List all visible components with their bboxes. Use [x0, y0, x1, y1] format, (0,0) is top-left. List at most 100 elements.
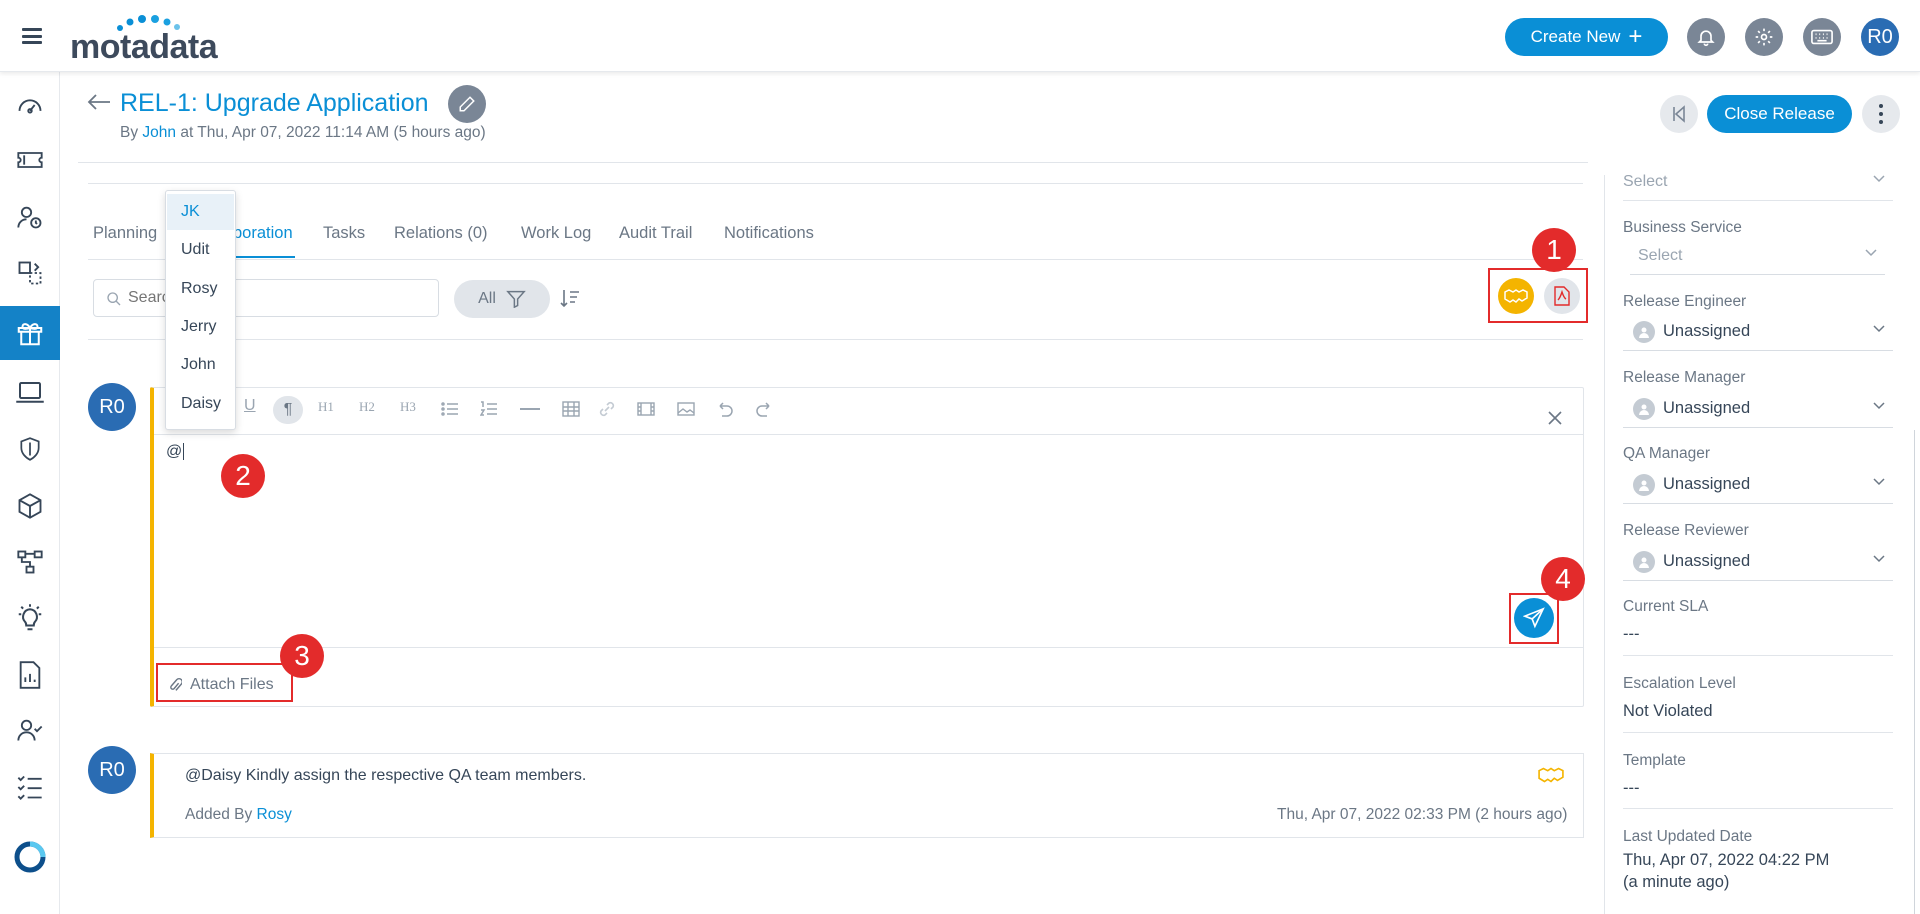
close-release-button[interactable]: Close Release: [1707, 95, 1852, 133]
release-engineer-select[interactable]: Unassigned: [1623, 313, 1893, 351]
editor-text[interactable]: @: [166, 443, 185, 461]
horizontal-rule-icon[interactable]: [520, 408, 540, 410]
tab-planning[interactable]: Planning: [93, 224, 157, 243]
paperclip-icon: [170, 677, 182, 691]
qa-manager-select[interactable]: Unassigned: [1623, 466, 1893, 504]
release-icon[interactable]: [0, 306, 60, 360]
numbered-list-icon[interactable]: [480, 401, 498, 417]
cmdb-cube-icon[interactable]: [0, 481, 60, 531]
comment-card: [150, 753, 1584, 838]
comment-avatar: R0: [88, 746, 136, 794]
pdf-export-icon[interactable]: [1544, 278, 1580, 314]
tab-audit-trail[interactable]: Audit Trail: [619, 224, 692, 243]
underline-tool[interactable]: U: [244, 397, 256, 415]
author-link[interactable]: John: [142, 124, 176, 141]
send-comment-icon[interactable]: [1514, 598, 1554, 638]
hamburger-menu-icon[interactable]: [22, 28, 42, 44]
task-list-icon[interactable]: [0, 762, 60, 812]
mention-option-rosy[interactable]: Rosy: [167, 271, 234, 307]
plus-icon: +: [1628, 23, 1643, 50]
tab-notifications[interactable]: Notifications: [724, 224, 814, 243]
handshake-icon[interactable]: [1538, 766, 1564, 784]
motadata-ring-icon[interactable]: [0, 832, 60, 882]
more-options-icon[interactable]: [1862, 95, 1900, 133]
redo-icon[interactable]: [755, 400, 773, 418]
undo-icon[interactable]: [716, 400, 734, 418]
motadata-logo[interactable]: motadata: [70, 14, 230, 66]
ticket-icon[interactable]: [0, 135, 60, 185]
release-manager-select[interactable]: Unassigned: [1623, 390, 1893, 428]
close-editor-icon[interactable]: [1548, 411, 1562, 425]
keyboard-shortcuts-icon[interactable]: [1803, 18, 1841, 56]
paragraph-tool[interactable]: ¶: [273, 396, 303, 424]
business-service-select[interactable]: Select: [1630, 237, 1885, 275]
image-icon[interactable]: [677, 401, 695, 417]
tab-relations[interactable]: Relations (0): [394, 224, 488, 243]
sort-icon[interactable]: [559, 288, 581, 313]
notifications-bell-icon[interactable]: [1687, 18, 1725, 56]
edit-pencil-icon[interactable]: [448, 85, 486, 123]
knowledge-bulb-icon[interactable]: [0, 593, 60, 643]
bullet-list-icon[interactable]: [441, 401, 459, 417]
comment-author-link[interactable]: Rosy: [257, 806, 292, 823]
last-updated-value: Thu, Apr 07, 2022 04:22 PM: [1623, 851, 1830, 869]
settings-gear-icon[interactable]: [1745, 18, 1783, 56]
security-shield-icon[interactable]: [0, 424, 60, 474]
mention-option-daisy[interactable]: Daisy: [167, 386, 234, 422]
callout-badge-4: 4: [1541, 557, 1585, 601]
create-new-button[interactable]: Create New +: [1505, 18, 1668, 56]
chevron-down-icon: [1873, 402, 1885, 410]
user-problem-icon[interactable]: [0, 192, 60, 242]
back-arrow-icon[interactable]: [86, 92, 112, 117]
mention-option-john[interactable]: John: [167, 347, 234, 383]
tab-collaboration[interactable]: boration: [233, 224, 293, 243]
search-box[interactable]: [93, 279, 439, 317]
video-icon[interactable]: [637, 401, 655, 417]
comment-editor[interactable]: [150, 387, 1584, 707]
divider: [1623, 808, 1893, 809]
tab-tasks[interactable]: Tasks: [323, 224, 365, 243]
user-check-icon[interactable]: [0, 705, 60, 755]
previous-icon[interactable]: [1660, 95, 1698, 133]
user-avatar[interactable]: R0: [1861, 18, 1899, 56]
table-icon[interactable]: [562, 401, 580, 417]
left-sidebar: [0, 72, 60, 914]
attach-divider: [154, 647, 1583, 648]
chevron-down-icon: [1873, 478, 1885, 486]
chevron-down-icon: [1873, 175, 1885, 183]
scrollbar[interactable]: [1914, 430, 1915, 914]
divider: [1623, 732, 1893, 733]
mention-option-jk[interactable]: JK: [167, 194, 234, 230]
reports-icon[interactable]: [0, 650, 60, 700]
byline: By John at Thu, Apr 07, 2022 11:14 AM (5…: [120, 124, 486, 141]
workflow-icon[interactable]: [0, 537, 60, 587]
attach-files-button[interactable]: Attach Files: [158, 667, 291, 702]
change-icon[interactable]: [0, 248, 60, 298]
mention-option-jerry[interactable]: Jerry: [167, 309, 234, 345]
asset-laptop-icon[interactable]: [0, 368, 60, 418]
link-icon[interactable]: [598, 401, 616, 417]
divider: [88, 259, 1583, 260]
release-reviewer-select[interactable]: Unassigned: [1623, 543, 1893, 581]
chevron-down-icon: [1873, 555, 1885, 563]
qa-manager-label: QA Manager: [1623, 445, 1711, 462]
callout-badge-1: 1: [1532, 228, 1576, 272]
dashboard-icon[interactable]: [0, 80, 60, 130]
tab-work-log[interactable]: Work Log: [521, 224, 591, 243]
top-bar: motadata Create New + R0: [0, 0, 1920, 72]
top-select[interactable]: Select: [1623, 163, 1893, 201]
last-updated-label: Last Updated Date: [1623, 828, 1753, 845]
divider: [88, 339, 1583, 340]
handshake-icon[interactable]: [1498, 278, 1534, 314]
current-sla-label: Current SLA: [1623, 598, 1709, 615]
callout-badge-3: 3: [280, 634, 324, 678]
h3-tool[interactable]: H3: [400, 399, 416, 415]
chevron-down-icon: [1865, 249, 1877, 257]
h1-tool[interactable]: H1: [318, 399, 334, 415]
mention-option-udit[interactable]: Udit: [167, 232, 234, 268]
comment-added-by: Added By Rosy: [185, 806, 292, 823]
chevron-down-icon: [1873, 325, 1885, 333]
release-engineer-label: Release Engineer: [1623, 293, 1747, 310]
h2-tool[interactable]: H2: [359, 399, 375, 415]
filter-button[interactable]: All: [454, 280, 550, 318]
